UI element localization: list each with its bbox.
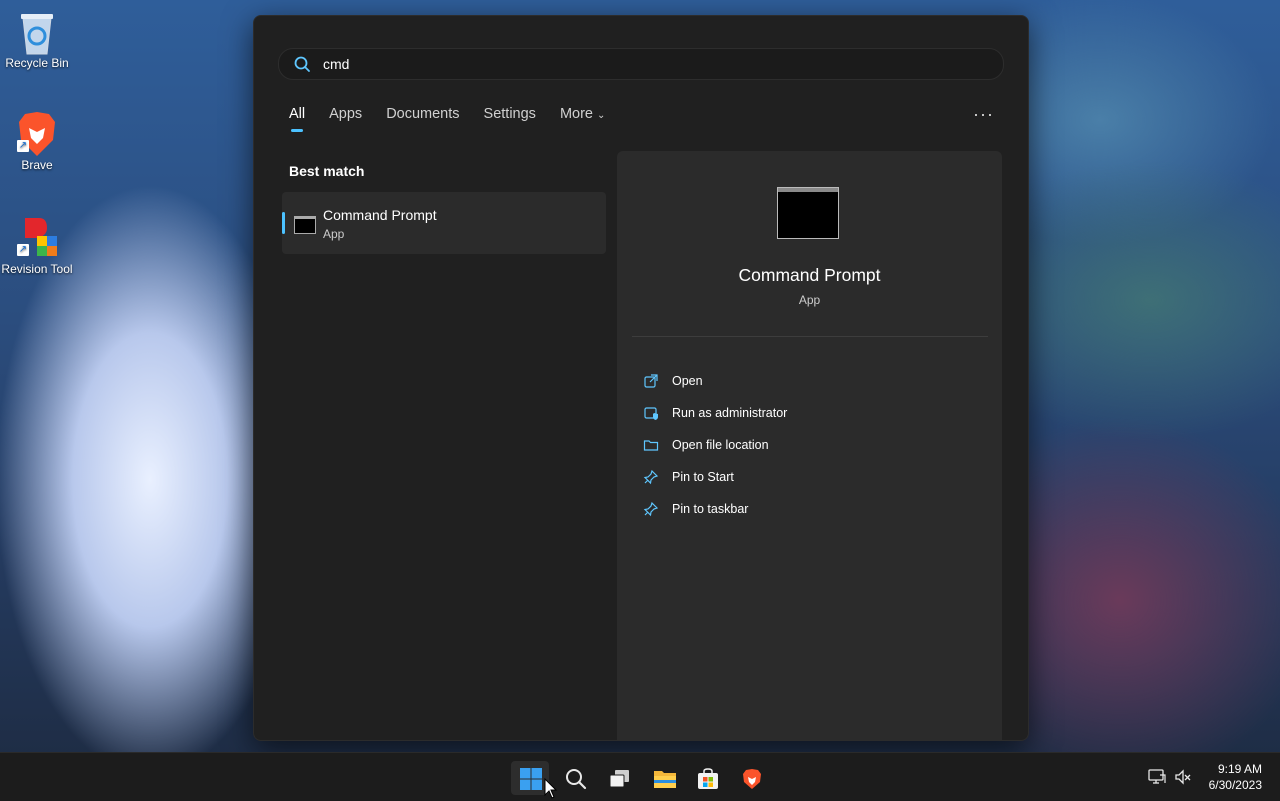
- volume-muted-icon[interactable]: [1174, 769, 1192, 790]
- action-pin-to-start[interactable]: Pin to Start: [643, 469, 734, 485]
- shortcut-arrow-icon: ↗: [17, 140, 29, 152]
- action-label: Pin to Start: [672, 470, 734, 484]
- desktop-icon-recycle-bin[interactable]: Recycle Bin: [0, 8, 74, 70]
- filter-tabs: All Apps Documents Settings More ⌄: [289, 106, 629, 132]
- action-run-as-administrator[interactable]: Run as administrator: [643, 405, 787, 421]
- start-menu: All Apps Documents Settings More⌄ ··· Be…: [253, 15, 1029, 741]
- divider: [632, 336, 988, 337]
- clock-date: 6/30/2023: [1208, 778, 1262, 792]
- result-title: Command Prompt: [323, 207, 437, 223]
- command-prompt-large-icon: [777, 187, 839, 239]
- mouse-cursor-icon: [544, 778, 558, 799]
- chevron-down-icon: ⌄: [596, 110, 606, 121]
- system-clock[interactable]: 9:19 AM 6/30/2023: [1209, 761, 1262, 793]
- action-open-file-location[interactable]: Open file location: [643, 437, 769, 453]
- detail-title: Command Prompt: [738, 265, 881, 285]
- result-subtitle: App: [323, 227, 345, 241]
- search-box[interactable]: [278, 48, 1004, 80]
- folder-icon: [643, 437, 659, 453]
- search-icon: [566, 769, 587, 790]
- windows-start-icon: [520, 768, 542, 790]
- tab-settings[interactable]: Settings: [484, 106, 536, 132]
- taskbar: 9:19 AM 6/30/2023: [0, 752, 1280, 801]
- tab-more[interactable]: More ⌄: [560, 106, 605, 132]
- search-input[interactable]: [321, 55, 925, 73]
- best-match-heading: Best match: [289, 163, 365, 179]
- desktop-icon-label: Brave: [21, 158, 53, 172]
- detail-pane: Command Prompt App Open Run as administr…: [617, 151, 1002, 740]
- revision-tool-icon: ↗: [15, 214, 59, 258]
- selection-indicator: [282, 212, 285, 234]
- network-icon[interactable]: [1148, 769, 1166, 790]
- pin-icon: [643, 469, 659, 485]
- task-view-button[interactable]: [600, 761, 638, 795]
- shield-admin-icon: [643, 405, 659, 421]
- task-view-icon: [609, 770, 629, 788]
- file-explorer-button[interactable]: [644, 761, 682, 795]
- action-label: Open: [672, 374, 703, 388]
- pin-icon: [643, 501, 659, 517]
- brave-lion-icon: ↗: [15, 110, 59, 156]
- desktop-icon-revision-tool[interactable]: ↗ Revision Tool: [0, 214, 74, 276]
- best-match-result[interactable]: Command Prompt App: [282, 192, 606, 254]
- brave-taskbar-button[interactable]: [732, 761, 770, 795]
- tab-apps[interactable]: Apps: [329, 106, 362, 132]
- desktop-icon-label: Revision Tool: [1, 262, 73, 276]
- microsoft-store-button[interactable]: [688, 761, 726, 795]
- file-explorer-icon: [654, 771, 676, 788]
- brave-icon: [743, 769, 761, 789]
- action-label: Run as administrator: [672, 406, 788, 420]
- command-prompt-icon: [294, 216, 316, 234]
- tab-all[interactable]: All: [289, 106, 305, 132]
- desktop-icon-brave[interactable]: ↗ Brave: [0, 110, 74, 172]
- open-external-icon: [643, 373, 659, 389]
- microsoft-store-icon: [698, 768, 718, 789]
- action-pin-to-taskbar[interactable]: Pin to taskbar: [643, 501, 748, 517]
- search-icon: [293, 55, 311, 73]
- recycle-bin-icon: [15, 8, 59, 55]
- clock-time: 9:19 AM: [1217, 762, 1262, 776]
- action-label: Pin to taskbar: [672, 502, 749, 516]
- tab-more-label: More: [559, 106, 593, 122]
- shortcut-arrow-icon: ↗: [17, 244, 29, 256]
- action-label: Open file location: [672, 438, 769, 452]
- tab-documents[interactable]: Documents: [386, 106, 459, 132]
- desktop-icon-label: Recycle Bin: [5, 56, 69, 70]
- action-open[interactable]: Open: [643, 373, 703, 389]
- taskbar-search-button[interactable]: [556, 761, 594, 795]
- detail-subtitle: App: [798, 293, 821, 307]
- ellipsis-icon[interactable]: ···: [973, 104, 994, 125]
